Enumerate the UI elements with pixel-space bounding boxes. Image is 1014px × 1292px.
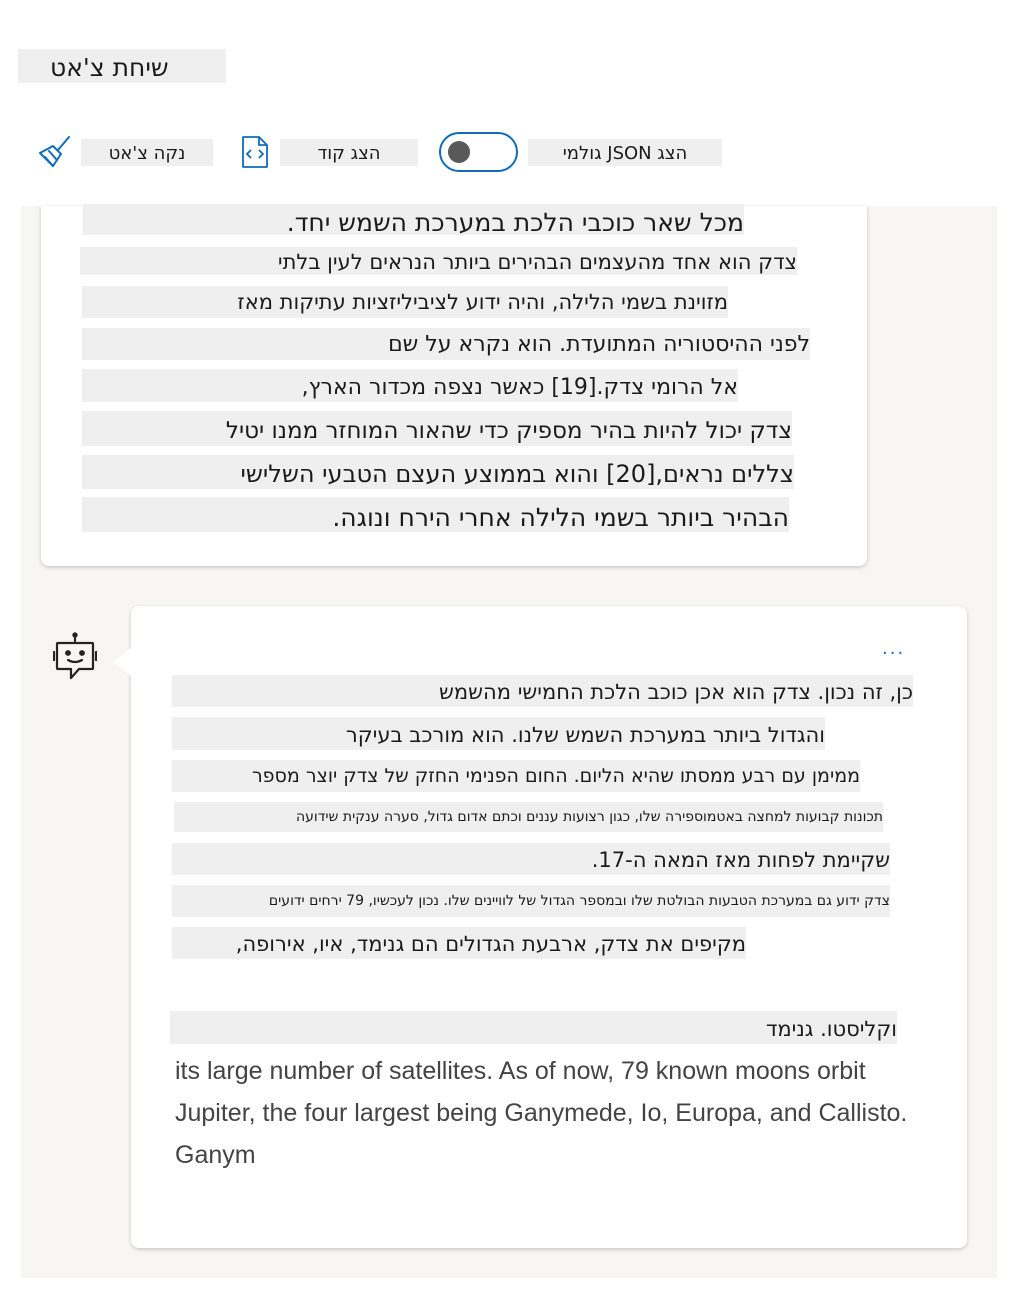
show-code-button[interactable]: הצג קוד xyxy=(280,139,418,166)
bot-message-line: כן, זה נכון. צדק הוא אכן כוכב הלכת החמיש… xyxy=(172,675,913,707)
user-message-line: אל הרומי צדק.[19] כאשר נצפה מכדור הארץ, xyxy=(82,369,738,402)
user-message-line: מכל שאר כוכבי הלכת במערכת השמש יחד. xyxy=(83,204,744,235)
bot-message-line: צדק ידוע גם במערכת הטבעות הבולטת שלו ובמ… xyxy=(172,885,890,917)
bot-message-english-text: its large number of satellites. As of no… xyxy=(175,1057,908,1169)
toggle-knob xyxy=(448,141,470,163)
raw-json-label[interactable]: הצג JSON גולמי xyxy=(528,139,722,166)
raw-json-toggle[interactable] xyxy=(439,132,518,172)
bot-message-line: ממימן עם רבע ממסתו שהיא הליום. החום הפני… xyxy=(172,760,860,792)
user-message-line: מזוינת בשמי הלילה, והיה ידוע לציביליזציו… xyxy=(82,286,728,318)
user-message-line: צדק הוא אחד מהעצמים הבהירים ביותר הנראים… xyxy=(80,247,797,275)
broom-icon[interactable] xyxy=(36,135,72,169)
bot-icon xyxy=(53,632,97,680)
more-options-button[interactable]: ... xyxy=(882,638,905,659)
user-message-line: לפני ההיסטוריה המתועדת. הוא נקרא על שם xyxy=(82,328,810,360)
bot-message-line: וקליסטו. גנימד xyxy=(170,1011,897,1044)
bot-message-line: תכונות קבועות למחצה באטמוספירה שלו, כגון… xyxy=(174,802,883,832)
clear-chat-button[interactable]: נקה צ'אט xyxy=(81,139,213,166)
user-message-line: צללים נראים,[20] והוא בממוצע העצם הטבעי … xyxy=(82,455,794,489)
bot-message-line: והגדול ביותר במערכת השמש שלנו. הוא מורכב… xyxy=(172,717,825,750)
bot-message-line: שקיימת לפחות מאז המאה ה-17. xyxy=(172,843,890,875)
code-file-icon[interactable] xyxy=(241,135,269,169)
user-message-line: הבהיר ביותר בשמי הלילה אחרי הירח ונוגה. xyxy=(82,497,789,532)
bot-message-line: מקיפים את צדק, ארבעת הגדולים הם גנימד, א… xyxy=(172,927,746,959)
page-title: שיחת צ'אט xyxy=(18,49,226,83)
bot-message-tail xyxy=(113,648,131,676)
user-message-line: צדק יכול להיות בהיר מספיק כדי שהאור המוח… xyxy=(82,411,792,446)
